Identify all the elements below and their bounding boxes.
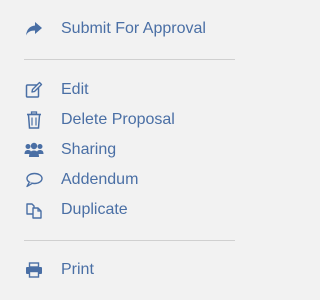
menu-item-label: Edit: [61, 81, 89, 98]
menu-item-edit[interactable]: Edit: [0, 76, 259, 104]
share-arrow-icon: [24, 19, 44, 39]
users-icon: [24, 140, 44, 160]
divider: [24, 240, 235, 241]
menu-item-label: Submit For Approval: [61, 20, 206, 37]
menu-item-duplicate[interactable]: Duplicate: [0, 196, 259, 224]
menu-item-label: Print: [61, 261, 94, 278]
copy-icon: [24, 200, 44, 220]
divider: [24, 59, 235, 60]
menu-item-addendum[interactable]: Addendum: [0, 166, 259, 194]
actions-menu: Submit For Approval Edit Delete Proposal: [0, 0, 259, 300]
comment-icon: [24, 170, 44, 190]
trash-icon: [24, 110, 44, 130]
print-icon: [24, 260, 44, 280]
menu-item-submit-for-approval[interactable]: Submit For Approval: [0, 15, 259, 43]
menu-item-label: Duplicate: [61, 201, 128, 218]
edit-icon: [24, 80, 44, 100]
menu-item-label: Addendum: [61, 171, 139, 188]
menu-item-label: Delete Proposal: [61, 111, 175, 128]
menu-item-delete-proposal[interactable]: Delete Proposal: [0, 106, 259, 134]
menu-item-label: Sharing: [61, 141, 117, 158]
menu-item-sharing[interactable]: Sharing: [0, 136, 259, 164]
menu-item-print[interactable]: Print: [0, 256, 259, 284]
